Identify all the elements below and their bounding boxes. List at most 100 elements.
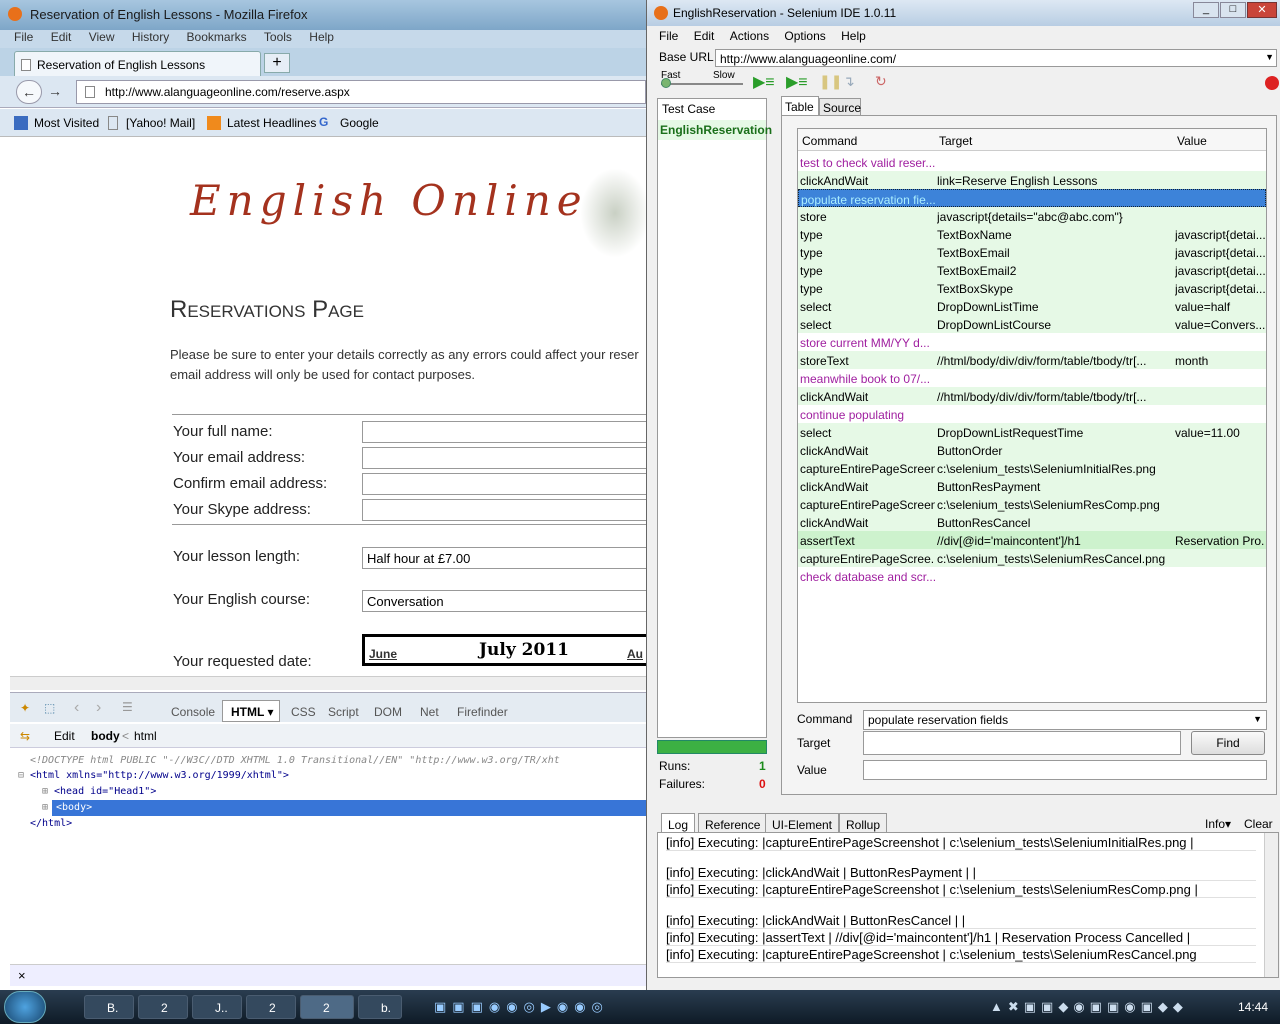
table-row[interactable]: populate reservation fie... bbox=[798, 189, 1266, 207]
full-name-input[interactable] bbox=[362, 421, 646, 443]
taskbar-item-java[interactable]: J.. bbox=[192, 995, 242, 1019]
confirm-email-input[interactable] bbox=[362, 473, 646, 495]
html-open-line[interactable]: <html xmlns="http://www.w3.org/1999/xhtm… bbox=[30, 770, 289, 781]
calendar-next-month[interactable]: Au bbox=[627, 647, 643, 661]
log-scrollbar[interactable] bbox=[1264, 833, 1278, 977]
list-icon[interactable]: ☰ bbox=[122, 700, 133, 714]
menu-edit[interactable]: Edit bbox=[51, 30, 72, 44]
course-select[interactable]: Conversation bbox=[362, 590, 646, 612]
crumb-html[interactable]: html bbox=[134, 729, 157, 743]
table-row[interactable]: clickAndWait ButtonResCancel bbox=[798, 513, 1266, 531]
play-current-icon[interactable]: ▶≡ bbox=[786, 72, 808, 92]
maximize-button[interactable]: □ bbox=[1220, 2, 1246, 18]
firebug-tab-firefinder[interactable]: Firefinder bbox=[457, 705, 508, 719]
taskbar-item-firefox[interactable]: 2 bbox=[300, 995, 354, 1019]
table-row[interactable]: store current MM/YY d... bbox=[798, 333, 1266, 351]
pause-icon[interactable]: ❚❚ bbox=[819, 73, 842, 90]
bookmark-most-visited[interactable]: Most Visited bbox=[34, 116, 99, 130]
tab-reservation[interactable]: Reservation of English Lessons bbox=[14, 51, 261, 76]
firebug-tab-script[interactable]: Script bbox=[328, 705, 359, 719]
table-row[interactable]: select DropDownListCourse value=Convers... bbox=[798, 315, 1266, 333]
url-bar[interactable]: http://www.alanguageonline.com/reserve.a… bbox=[76, 80, 646, 104]
edit-button[interactable]: Edit bbox=[54, 729, 75, 743]
speed-slider-handle[interactable] bbox=[661, 78, 671, 88]
table-row[interactable]: type TextBoxEmail javascript{detai... bbox=[798, 243, 1266, 261]
new-tab-button[interactable]: + bbox=[264, 53, 290, 73]
find-button[interactable]: Find bbox=[1191, 731, 1265, 755]
table-row[interactable]: check database and scr... bbox=[798, 567, 1266, 585]
horizontal-scrollbar[interactable] bbox=[10, 676, 646, 690]
skype-input[interactable] bbox=[362, 499, 646, 521]
inspect-icon[interactable]: ⬚ bbox=[44, 701, 55, 715]
se-menu-help[interactable]: Help bbox=[841, 29, 866, 43]
table-row[interactable]: captureEntirePageScreen... c:\selenium_te… bbox=[798, 495, 1266, 513]
firebug-tab-net[interactable]: Net bbox=[420, 705, 439, 719]
calendar-prev-month[interactable]: June bbox=[369, 647, 397, 661]
lesson-length-select[interactable]: Half hour at £7.00 bbox=[362, 547, 646, 569]
bookmark-google[interactable]: Google bbox=[340, 116, 379, 130]
command-input[interactable]: populate reservation fields ▼ bbox=[863, 710, 1267, 730]
rollup-icon[interactable]: ↻ bbox=[875, 73, 887, 90]
firebug-icon[interactable]: ✦ bbox=[20, 701, 38, 715]
table-row[interactable]: select DropDownListRequestTime value=11.00 bbox=[798, 423, 1266, 441]
tab-table[interactable]: Table bbox=[781, 96, 819, 116]
target-input[interactable] bbox=[863, 731, 1181, 755]
record-icon[interactable] bbox=[1265, 76, 1279, 90]
table-row[interactable]: type TextBoxName javascript{detai... bbox=[798, 225, 1266, 243]
table-row[interactable]: type TextBoxSkype javascript{detai... bbox=[798, 279, 1266, 297]
taskbar-item-explorer[interactable]: 2 bbox=[138, 995, 188, 1019]
tab-source[interactable]: Source bbox=[819, 98, 861, 116]
body-line[interactable]: <body> bbox=[56, 802, 92, 813]
play-all-icon[interactable]: ▶≡ bbox=[753, 72, 775, 92]
table-row[interactable]: store javascript{details="abc@abc.com"} bbox=[798, 207, 1266, 225]
table-row[interactable]: captureEntirePageScreen... c:\selenium_te… bbox=[798, 459, 1266, 477]
test-case-item[interactable]: EnglishReservation bbox=[658, 120, 772, 140]
bookmark-yahoo-mail[interactable]: [Yahoo! Mail] bbox=[126, 116, 195, 130]
firebug-tab-dom[interactable]: DOM bbox=[374, 705, 402, 719]
head-line[interactable]: <head id="Head1"> bbox=[54, 786, 156, 797]
se-menu-options[interactable]: Options bbox=[784, 29, 825, 43]
table-row[interactable]: storeText //html/body/div/div/form/table/… bbox=[798, 351, 1266, 369]
menu-history[interactable]: History bbox=[132, 30, 169, 44]
taskbar-item-word[interactable]: 2 bbox=[246, 995, 296, 1019]
table-row[interactable]: clickAndWait ButtonResPayment bbox=[798, 477, 1266, 495]
table-row[interactable]: select DropDownListTime value=half bbox=[798, 297, 1266, 315]
forward-button[interactable]: → bbox=[44, 80, 66, 104]
table-row[interactable]: type TextBoxEmail2 javascript{detai... bbox=[798, 261, 1266, 279]
se-menu-edit[interactable]: Edit bbox=[694, 29, 715, 43]
forward-icon[interactable]: › bbox=[96, 699, 101, 717]
menu-help[interactable]: Help bbox=[309, 30, 334, 44]
close-icon[interactable]: × bbox=[18, 968, 26, 983]
se-menu-file[interactable]: File bbox=[659, 29, 678, 43]
table-row[interactable]: captureEntirePageScree... c:\selenium_tes… bbox=[798, 549, 1266, 567]
base-url-input[interactable]: http://www.alanguageonline.com/ ▼ bbox=[715, 49, 1277, 67]
table-row[interactable]: clickAndWait link=Reserve English Lessons bbox=[798, 171, 1266, 189]
menu-view[interactable]: View bbox=[89, 30, 115, 44]
table-row[interactable]: continue populating bbox=[798, 405, 1266, 423]
table-row[interactable]: test to check valid reser... bbox=[798, 153, 1266, 171]
menu-tools[interactable]: Tools bbox=[264, 30, 292, 44]
table-row[interactable]: clickAndWait ButtonOrder bbox=[798, 441, 1266, 459]
system-tray-icons[interactable]: ▲✖▣▣◆◉▣▣◉▣◆◆ bbox=[990, 999, 1200, 1015]
firebug-tab-console[interactable]: Console bbox=[171, 705, 215, 719]
expand-icon[interactable]: ⊞ bbox=[42, 786, 48, 797]
close-button[interactable]: ✕ bbox=[1247, 2, 1277, 18]
column-value[interactable]: Value bbox=[1177, 134, 1207, 148]
menu-bookmarks[interactable]: Bookmarks bbox=[187, 30, 247, 44]
clear-button[interactable]: Clear bbox=[1244, 817, 1273, 831]
expand-icon[interactable]: ⊞ bbox=[42, 802, 48, 813]
step-icon[interactable]: ↴ bbox=[843, 73, 855, 90]
taskbar-item-notepad[interactable]: b. bbox=[358, 995, 402, 1019]
firebug-tab-html[interactable]: HTML ▾ bbox=[222, 700, 280, 722]
table-row[interactable]: assertText //div[@id='maincontent']/h1 Res… bbox=[798, 531, 1266, 549]
bookmark-latest-headlines[interactable]: Latest Headlines bbox=[227, 116, 316, 130]
taskbar-item-chrome[interactable]: B. bbox=[84, 995, 134, 1019]
back-icon[interactable]: ‹ bbox=[74, 699, 79, 717]
column-command[interactable]: Command bbox=[802, 134, 857, 148]
edit-icon[interactable]: ⇆ bbox=[20, 729, 30, 743]
firebug-tab-css[interactable]: CSS bbox=[291, 705, 316, 719]
email-input[interactable] bbox=[362, 447, 646, 469]
menu-file[interactable]: File bbox=[14, 30, 33, 44]
back-button[interactable]: ← bbox=[16, 80, 42, 104]
se-menu-actions[interactable]: Actions bbox=[730, 29, 769, 43]
